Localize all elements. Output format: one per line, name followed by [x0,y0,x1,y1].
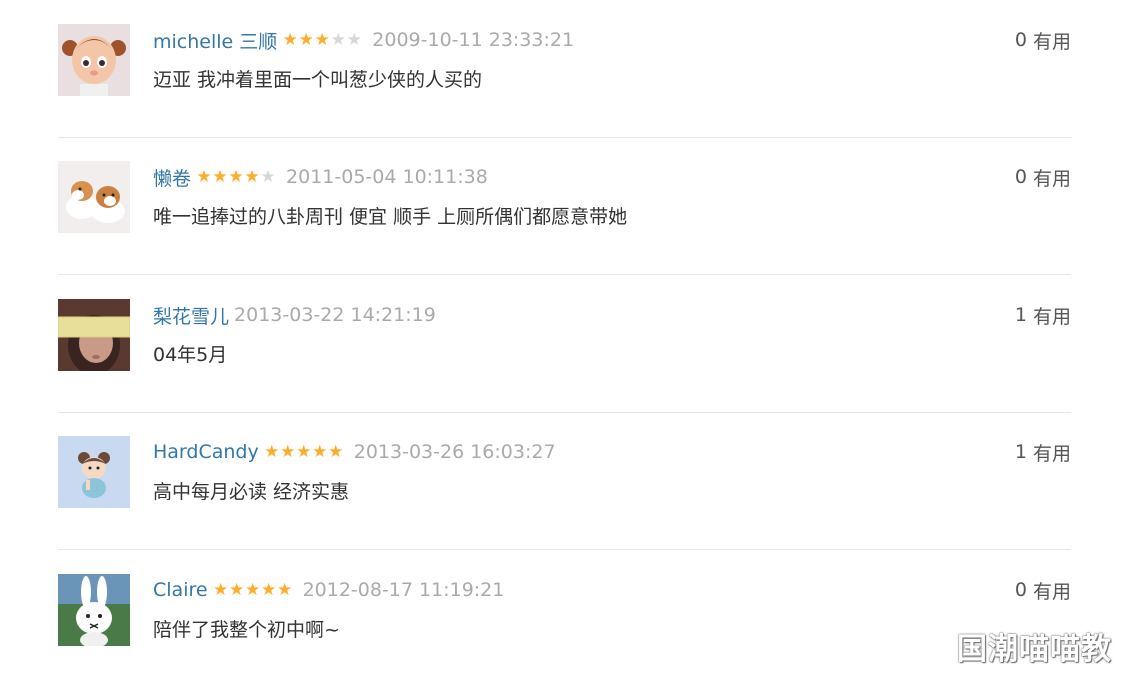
star-filled-icon: ★ [264,441,280,462]
comment-meta: HardCandy ★ ★ ★ ★ ★ 2013-03-26 16:03:27 [153,439,556,465]
avatar[interactable] [58,299,130,371]
comment-list: michelle 三顺 ★ ★ ★ ★ ★ 2009-10-11 23:33:21 迈亚… [0,0,1132,679]
vote-count: 0 [1014,29,1027,51]
dogs-avatar-icon [58,161,130,233]
comment-item: HardCandy ★ ★ ★ ★ ★ 2013-03-26 16:03:27 高中每月… [58,412,1071,550]
star-filled-icon: ★ [312,441,328,462]
star-empty-icon: ★ [346,29,362,50]
star-empty-icon: ★ [260,166,276,187]
author-link[interactable]: michelle 三顺 [153,27,277,54]
useful-vote-button[interactable]: 0 有用 [1015,577,1071,603]
author-link[interactable]: 懒卷 [153,164,191,191]
comment-content: 迈亚 我冲着里面一个叫葱少侠的人买的 [153,69,483,91]
vote-count: 1 [1014,441,1027,463]
comment-item: michelle 三顺 ★ ★ ★ ★ ★ 2009-10-11 23:33:21 迈亚… [58,0,1071,138]
star-filled-icon: ★ [260,579,277,600]
comment-item: Claire ★ ★ ★ ★ ★ 2012-08-17 11:19:21 陪伴了我整个初… [58,550,1071,679]
star-rating: ★ ★ ★ ★ ★ [264,441,344,462]
star-filled-icon: ★ [314,29,330,50]
vote-label: 有用 [1032,30,1071,53]
star-empty-icon: ★ [330,29,346,50]
avatar[interactable] [58,574,130,646]
comment-meta: Claire ★ ★ ★ ★ ★ 2012-08-17 11:19:21 [153,577,504,603]
star-filled-icon: ★ [282,29,298,50]
star-rating: ★ ★ ★ ★ ★ [196,166,276,187]
comment-time: 2012-08-17 11:19:21 [302,579,505,601]
comment-meta: michelle 三顺 ★ ★ ★ ★ ★ 2009-10-11 23:33:21 [153,27,574,53]
star-rating: ★ ★ ★ ★ ★ [282,29,362,50]
author-link[interactable]: HardCandy [153,441,259,463]
star-filled-icon: ★ [328,441,344,462]
useful-vote-button[interactable]: 1 有用 [1015,302,1071,328]
comment-content: 陪伴了我整个初中啊~ [153,619,340,641]
star-filled-icon: ★ [196,166,212,187]
useful-vote-button[interactable]: 1 有用 [1015,439,1071,465]
comment-time: 2011-05-04 10:11:38 [286,166,488,188]
watermark: 国潮喵喵教 [957,632,1112,667]
vote-count: 0 [1014,166,1027,188]
star-filled-icon: ★ [228,579,245,600]
avatar[interactable] [58,161,130,233]
comment-time: 2013-03-22 14:21:19 [234,304,436,326]
star-filled-icon: ★ [244,166,260,187]
star-filled-icon: ★ [244,579,261,600]
vote-count: 1 [1014,304,1027,326]
star-filled-icon: ★ [280,441,296,462]
star-filled-icon: ★ [212,579,229,600]
star-filled-icon: ★ [298,29,314,50]
comment-meta: 懒卷 ★ ★ ★ ★ ★ 2011-05-04 10:11:38 [153,164,488,190]
cartoon-girl-avatar-icon [58,436,130,508]
comment-content: 唯一追捧过的八卦周刊 便宜 顺手 上厕所偶们都愿意带她 [153,206,628,228]
useful-vote-button[interactable]: 0 有用 [1015,27,1071,53]
vote-count: 0 [1014,579,1027,601]
comment-item: 梨花雪儿 2013-03-22 14:21:19 04年5月 1 有用 [58,275,1071,413]
author-link[interactable]: Claire [153,579,208,601]
star-filled-icon: ★ [228,166,244,187]
star-filled-icon: ★ [212,166,228,187]
vote-label: 有用 [1032,305,1071,328]
girl-photo-avatar-icon [58,299,130,371]
avatar[interactable] [58,24,130,96]
avatar[interactable] [58,436,130,508]
star-filled-icon: ★ [296,441,312,462]
cartoon-doll-avatar-icon [58,24,130,96]
vote-label: 有用 [1032,167,1071,190]
author-link[interactable]: 梨花雪儿 [153,302,229,329]
rabbit-avatar-icon [58,574,130,646]
vote-label: 有用 [1032,442,1071,465]
comment-time: 2013-03-26 16:03:27 [353,441,556,463]
comment-content: 高中每月必读 经济实惠 [153,481,350,503]
useful-vote-button[interactable]: 0 有用 [1015,164,1071,190]
star-rating: ★ ★ ★ ★ ★ [212,579,293,600]
comment-content: 04年5月 [153,344,228,366]
comment-item: 懒卷 ★ ★ ★ ★ ★ 2011-05-04 10:11:38 唯一追捧过的八卦周刊 … [58,137,1071,275]
star-filled-icon: ★ [276,579,293,600]
vote-label: 有用 [1032,580,1071,603]
comment-time: 2009-10-11 23:33:21 [372,29,575,51]
comment-meta: 梨花雪儿 2013-03-22 14:21:19 [153,302,436,328]
